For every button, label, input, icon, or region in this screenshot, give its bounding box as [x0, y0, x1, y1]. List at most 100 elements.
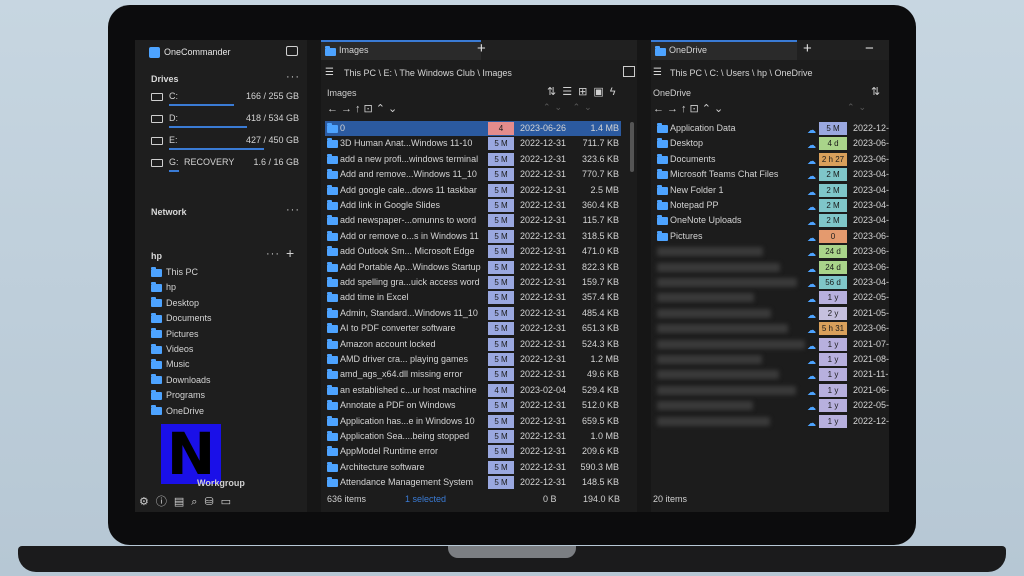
table-row[interactable]: an established c...ur host machine 4 M 202…: [325, 383, 621, 398]
table-row[interactable]: Desktop ☁ 4 d 2023-06-: [655, 136, 889, 151]
table-row[interactable]: AMD driver cra... playing games 5 M 2022-1…: [325, 352, 621, 367]
table-row[interactable]: Notepad PP ☁ 2 M 2023-04-: [655, 198, 889, 213]
clipboard-icon[interactable]: ▣: [593, 86, 609, 98]
table-row[interactable]: add Outlook Sm... Microsoft Edge 5 M 2022-…: [325, 244, 621, 259]
expand-icon[interactable]: ⌄: [714, 103, 726, 115]
forward-icon[interactable]: →: [341, 103, 355, 115]
tree-item[interactable]: This PC: [151, 266, 301, 281]
table-row[interactable]: ☁ 1 y 2021-06-: [655, 383, 889, 398]
chat-icon[interactable]: ▭: [221, 496, 231, 508]
table-row[interactable]: ☁ 1 y 2022-05-: [655, 398, 889, 413]
sort-icon[interactable]: ⇅: [871, 85, 880, 98]
splitter[interactable]: [307, 40, 321, 512]
minimize-icon[interactable]: −: [865, 40, 874, 57]
table-row[interactable]: Application Data ☁ 5 M 2022-12-: [655, 121, 889, 136]
sort-icon[interactable]: ⇅: [547, 86, 562, 98]
table-row[interactable]: Attendance Management System 5 M 2022-12-3…: [325, 475, 621, 490]
table-row[interactable]: amd_ags_x64.dll missing error 5 M 2022-12-…: [325, 367, 621, 382]
table-row[interactable]: New Folder 1 ☁ 2 M 2023-04-: [655, 183, 889, 198]
info-icon[interactable]: ⓘ: [156, 496, 167, 508]
list-view-icon[interactable]: ☰: [562, 86, 578, 98]
user-more-icon[interactable]: ···: [266, 248, 280, 260]
tree-item[interactable]: OneDrive: [151, 405, 301, 420]
back-icon[interactable]: ←: [653, 103, 667, 115]
breadcrumb-path[interactable]: This PC \ E: \ The Windows Club \ Images: [344, 68, 512, 78]
sort-arrows[interactable]: ⌃⌄: [847, 102, 870, 113]
table-row[interactable]: Application Sea....being stopped 5 M 2022-…: [325, 429, 621, 444]
drive-item[interactable]: D: 418 / 534 GB: [151, 113, 301, 128]
menu-icon[interactable]: ☰: [325, 67, 334, 78]
collapse-icon[interactable]: ⌃: [702, 103, 714, 115]
add-favorite-icon[interactable]: +: [286, 245, 294, 261]
tree-item[interactable]: hp: [151, 282, 301, 296]
drive-item[interactable]: E: 427 / 450 GB: [151, 135, 301, 150]
table-row[interactable]: AppModel Runtime error 5 M 2022-12-31 209.6…: [325, 444, 621, 459]
table-row[interactable]: ☁ 24 d 2023-06-: [655, 260, 889, 275]
table-row[interactable]: Add or remove o...s in Windows 11 5 M 2022…: [325, 229, 621, 244]
sort-arrows[interactable]: ⌃⌄ ⌃⌄: [543, 102, 596, 113]
table-row[interactable]: ☁ 56 d 2023-04-: [655, 275, 889, 290]
breadcrumb-path[interactable]: This PC \ C: \ Users \ hp \ OneDrive: [670, 68, 813, 78]
scrollbar[interactable]: [630, 122, 634, 172]
menu-icon[interactable]: ☰: [653, 67, 662, 78]
up-icon[interactable]: ↑: [355, 103, 364, 115]
table-row[interactable]: ☁ 2 y 2021-05-: [655, 306, 889, 321]
new-window-icon[interactable]: [286, 46, 298, 56]
tree-item[interactable]: Documents: [151, 312, 301, 327]
collapse-icon[interactable]: ⌃: [376, 103, 388, 115]
database-icon[interactable]: ⛁: [204, 496, 213, 508]
tree-item[interactable]: Pictures: [151, 328, 301, 343]
tree-item[interactable]: Desktop: [151, 297, 301, 312]
panel-layout-icon[interactable]: [623, 66, 635, 77]
table-row[interactable]: ☁ 1 y 2022-12-: [655, 414, 889, 429]
gear-icon[interactable]: ⚙: [139, 496, 149, 508]
table-row[interactable]: add time in Excel 5 M 2022-12-31 357.4 KB: [325, 290, 621, 305]
grid-view-icon[interactable]: ⊞: [578, 86, 593, 98]
forward-icon[interactable]: →: [667, 103, 681, 115]
tree-item[interactable]: Programs: [151, 389, 301, 404]
network-more-icon[interactable]: ···: [286, 204, 300, 216]
table-row[interactable]: ☁ 1 y 2021-07-: [655, 337, 889, 352]
table-row[interactable]: Documents ☁ 2 h 27 2023-06-: [655, 152, 889, 167]
table-row[interactable]: Architecture software 5 M 2022-12-31 590.3 …: [325, 460, 621, 475]
table-row[interactable]: ☁ 24 d 2023-06-: [655, 244, 889, 259]
table-row[interactable]: Add google cale...dows 11 taskbar 5 M 2022…: [325, 183, 621, 198]
table-row[interactable]: 3D Human Anat...Windows 11-10 5 M 2022-12-…: [325, 136, 621, 151]
tree-item[interactable]: Music: [151, 359, 301, 373]
table-row[interactable]: Admin, Standard...Windows 11_10 5 M 2022-1…: [325, 306, 621, 321]
table-row[interactable]: Add link in Google Slides 5 M 2022-12-31 36…: [325, 198, 621, 213]
new-tab-icon[interactable]: +: [477, 40, 486, 57]
terminal-icon[interactable]: ▤: [174, 496, 184, 508]
up-icon[interactable]: ↑: [681, 103, 690, 115]
table-row[interactable]: Microsoft Teams Chat Files ☁ 2 M 2023-04-: [655, 167, 889, 182]
drive-item[interactable]: G: RECOVERY 1.6 / 16 GB: [151, 157, 301, 172]
table-row[interactable]: Amazon account locked 5 M 2022-12-31 524.3 …: [325, 337, 621, 352]
drives-more-icon[interactable]: ···: [286, 71, 300, 83]
back-icon[interactable]: ←: [327, 103, 341, 115]
drive-item[interactable]: C: 166 / 255 GB: [151, 91, 301, 106]
table-row[interactable]: Application has...e in Windows 10 5 M 2022…: [325, 414, 621, 429]
tab-images[interactable]: Images: [321, 40, 481, 60]
table-row[interactable]: add newspaper-...omunns to word 5 M 2022-1…: [325, 213, 621, 228]
table-row[interactable]: Pictures ☁ 0 2023-06-: [655, 229, 889, 244]
new-folder-icon[interactable]: ⊡: [690, 103, 702, 115]
table-row[interactable]: Add Portable Ap...Windows Startup 5 M 2022…: [325, 260, 621, 275]
tab-onedrive[interactable]: OneDrive: [651, 40, 797, 60]
table-row[interactable]: ☁ 1 y 2022-05-: [655, 290, 889, 305]
breadcrumb-right[interactable]: ☰ This PC \ C: \ Users \ hp \ OneDrive: [651, 62, 889, 80]
new-folder-icon[interactable]: ⊡: [364, 103, 376, 115]
table-row[interactable]: 0 4 2023-06-26 1.4 MB: [325, 121, 621, 136]
table-row[interactable]: ☁ 1 y 2021-11-: [655, 367, 888, 382]
table-row[interactable]: AI to PDF converter software 5 M 2022-12-3…: [325, 321, 621, 336]
table-row[interactable]: OneNote Uploads ☁ 2 M 2023-04-: [655, 213, 889, 228]
breadcrumb[interactable]: ☰ This PC \ E: \ The Windows Club \ Imag…: [321, 62, 637, 80]
table-row[interactable]: Add and remove...Windows 11_10 5 M 2022-12…: [325, 167, 621, 182]
table-row[interactable]: add spelling gra...uick access word 5 M 20…: [325, 275, 621, 290]
table-row[interactable]: Annotate a PDF on Windows 5 M 2022-12-31 51…: [325, 398, 621, 413]
search-icon[interactable]: ⌕: [191, 496, 197, 508]
table-row[interactable]: ☁ 5 h 31 2023-06-: [655, 321, 889, 336]
table-row[interactable]: ☁ 1 y 2021-08-: [655, 352, 889, 367]
bolt-icon[interactable]: ϟ: [610, 86, 622, 98]
new-tab-icon[interactable]: +: [803, 40, 812, 57]
tree-item[interactable]: Videos: [151, 343, 301, 358]
